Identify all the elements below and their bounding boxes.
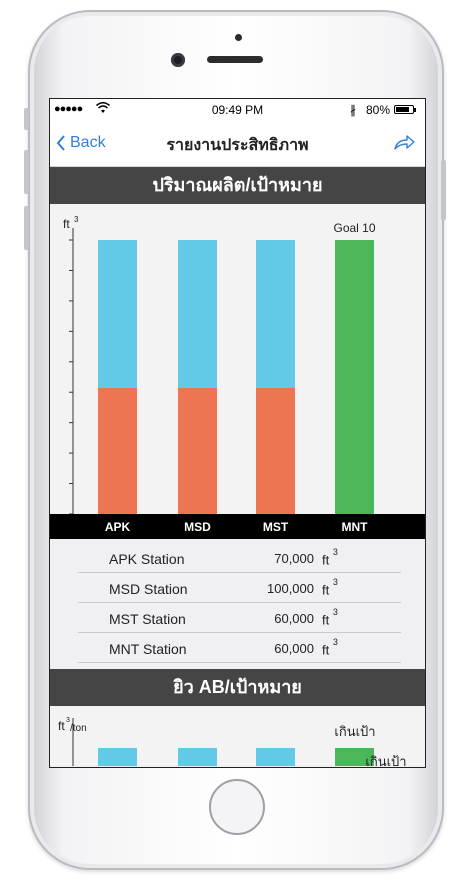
unit-exponent: 3: [332, 547, 338, 557]
unit-text: ft: [322, 552, 330, 568]
battery-icon: [394, 105, 416, 114]
bar-msd-segment-1: [178, 240, 217, 388]
station-name: MSD Station: [109, 581, 188, 597]
unit-exponent: 3: [332, 577, 338, 587]
unit-exponent: 3: [332, 607, 338, 617]
volume-down-button: [24, 206, 29, 250]
station-unit: ft 3: [322, 607, 338, 628]
x-tick-label: MSD: [184, 520, 211, 534]
production-chart: ft 3 Goal 10 APK MSD MST MNT: [50, 204, 425, 539]
station-name: APK Station: [109, 551, 185, 567]
station-unit: ft 3: [322, 637, 338, 658]
production-chart-svg: ft 3 Goal 10 APK MSD MST MNT: [50, 215, 425, 539]
home-button[interactable]: [209, 779, 265, 835]
goal-annotation: Goal 10: [333, 221, 375, 235]
table-row: MNT Station 60,000 ft 3: [78, 633, 401, 663]
station-unit: ft 3: [322, 547, 338, 568]
yield-chart: ft 3/ton เกินเป้า เกินเป้า: [50, 706, 425, 767]
share-icon[interactable]: [393, 133, 415, 151]
unit-exponent: 3: [332, 637, 338, 647]
x-tick-label: MST: [263, 520, 289, 534]
battery-percent: 80%: [366, 103, 391, 117]
proximity-sensor: [235, 34, 242, 41]
bar-apk-segment-0: [98, 387, 137, 514]
y-unit-suffix-2: /ton: [70, 723, 87, 734]
yield-bar-1: [178, 748, 217, 767]
station-value: 100,000: [267, 581, 314, 596]
station-unit: ft 3: [322, 577, 338, 598]
unit-text: ft: [322, 642, 330, 658]
station-value: 60,000: [274, 611, 314, 626]
station-table: APK Station 70,000 ft 3 MSD Station 100,000 f…: [50, 539, 425, 669]
earpiece-speaker: [207, 56, 263, 63]
volume-up-button: [24, 150, 29, 194]
nav-bar: Back รายงานประสิทธิภาพ: [50, 121, 425, 167]
front-camera: [171, 53, 185, 67]
table-row: APK Station 70,000 ft 3: [78, 543, 401, 573]
bar-msd-segment-0: [178, 387, 217, 514]
yield-bar-2: [256, 748, 295, 767]
power-button: [441, 160, 446, 220]
bluetooth-icon: ∦: [350, 103, 356, 117]
over-goal-label: เกินเป้า: [334, 724, 375, 739]
page-title: รายงานประสิทธิภาพ: [166, 137, 309, 154]
station-value: 60,000: [274, 641, 314, 656]
section-header-yield: ยิว AB/เป้าหมาย: [50, 669, 425, 706]
over-goal-label-2: เกินเป้า: [365, 754, 406, 766]
station-name: MST Station: [109, 611, 186, 627]
table-row: MST Station 60,000 ft 3: [78, 603, 401, 633]
station-value: 70,000: [274, 551, 314, 566]
bar-mst-segment-1: [256, 240, 295, 388]
x-tick-label: APK: [105, 520, 131, 534]
status-bar: ●●●●● 09:49 PM ∦ 80%: [50, 99, 425, 121]
station-name: MNT Station: [109, 641, 187, 657]
y-unit-label: ft: [63, 217, 70, 231]
mute-switch: [24, 108, 29, 130]
y-unit-label-2: ft: [58, 719, 65, 733]
unit-text: ft: [322, 582, 330, 598]
y-unit-exponent: 3: [74, 215, 79, 224]
bar-apk-segment-1: [98, 240, 137, 388]
yield-chart-svg: ft 3/ton เกินเป้าเกินเป้า: [58, 717, 407, 767]
table-row: MSD Station 100,000 ft 3: [78, 573, 401, 603]
yield-bar-0: [98, 748, 137, 767]
unit-text: ft: [322, 612, 330, 628]
bar-mnt-segment-2: [335, 240, 374, 514]
x-tick-label: MNT: [342, 520, 369, 534]
app-screen: ●●●●● 09:49 PM ∦ 80% Back รายงานประสิทธิ…: [49, 98, 426, 768]
bar-mst-segment-0: [256, 387, 295, 514]
section-header-production: ปริมาณผลิต/เป้าหมาย: [50, 167, 425, 204]
